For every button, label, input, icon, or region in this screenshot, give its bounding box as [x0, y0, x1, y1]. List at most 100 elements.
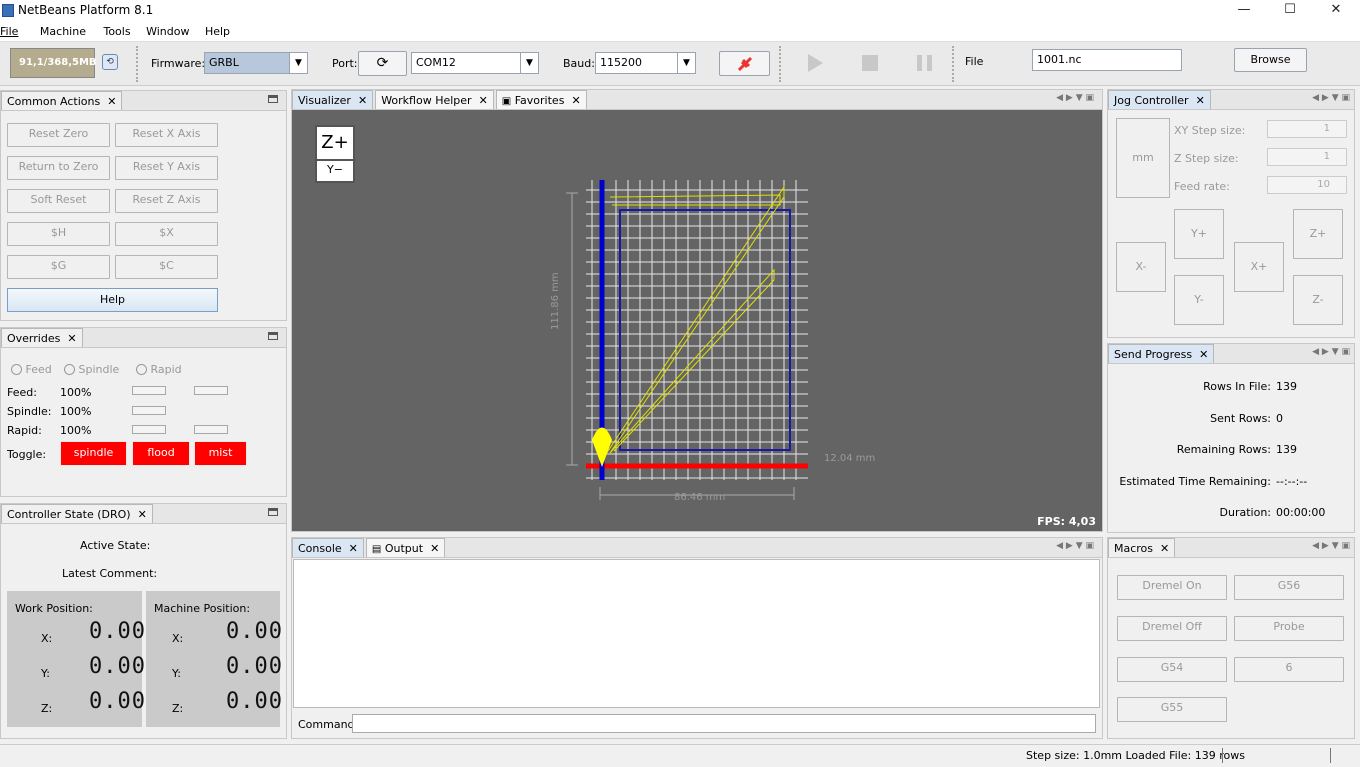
menu-file[interactable]: File [0, 22, 24, 38]
tab-nav-icons[interactable]: ◀ ▶ ▼ ▣ [1312, 541, 1350, 551]
mist-toggle-button[interactable]: mist [194, 441, 247, 466]
tab-dro[interactable]: Controller State (DRO) ✕ [1, 504, 153, 523]
reset-x-axis-button[interactable]: Reset X Axis [115, 123, 218, 147]
jog-y-minus-button[interactable]: Y- [1174, 275, 1224, 325]
tab-jog-controller[interactable]: Jog Controller ✕ [1108, 90, 1211, 109]
close-icon[interactable]: ✕ [571, 94, 580, 107]
close-icon[interactable]: ✕ [358, 94, 367, 107]
macro-g56-button[interactable]: G56 [1234, 575, 1344, 600]
baud-select[interactable]: 115200 ▼ [595, 52, 696, 74]
z-step-label: Z Step size: [1174, 152, 1239, 165]
connect-button[interactable] [719, 51, 770, 76]
play-icon[interactable] [808, 54, 823, 72]
tab-label: Workflow Helper [381, 94, 472, 107]
work-z-value: 0.00 [89, 689, 146, 714]
tab-macros[interactable]: Macros ✕ [1108, 538, 1176, 557]
jog-y-plus-button[interactable]: Y+ [1174, 209, 1224, 259]
port-select[interactable]: COM12 ▼ [411, 52, 539, 74]
macro-dremel-off-button[interactable]: Dremel Off [1117, 616, 1227, 641]
machine-x-label: X: [172, 632, 184, 645]
close-icon[interactable]: ✕ [479, 94, 488, 107]
toolpath-canvas[interactable] [552, 175, 812, 505]
minimize-icon[interactable] [268, 332, 278, 340]
tab-overrides[interactable]: Overrides ✕ [1, 328, 83, 347]
home-button[interactable]: $H [7, 222, 110, 246]
minimize-icon[interactable] [268, 508, 278, 516]
maximize-button[interactable]: ☐ [1267, 0, 1313, 22]
tab-visualizer[interactable]: Visualizer ✕ [292, 90, 374, 109]
jog-z-plus-button[interactable]: Z+ [1293, 209, 1343, 259]
stop-icon[interactable] [862, 55, 878, 71]
reset-zero-button[interactable]: Reset Zero [7, 123, 110, 147]
gc-icon[interactable]: ⟲ [102, 54, 118, 70]
refresh-ports-button[interactable]: ⟳ [358, 51, 407, 76]
console-output-area[interactable] [293, 559, 1100, 708]
flood-toggle-button[interactable]: flood [132, 441, 190, 466]
tab-nav-icons[interactable]: ◀ ▶ ▼ ▣ [1312, 93, 1350, 103]
close-icon[interactable]: ✕ [138, 508, 147, 521]
macro-probe-button[interactable]: Probe [1234, 616, 1344, 641]
menu-tools[interactable]: Tools [103, 22, 136, 38]
unit-toggle-button[interactable]: mm [1116, 118, 1170, 198]
macro-6-button[interactable]: 6 [1234, 657, 1344, 682]
return-to-zero-button[interactable]: Return to Zero [7, 156, 110, 180]
minimize-icon[interactable] [268, 95, 278, 103]
reset-y-axis-button[interactable]: Reset Y Axis [115, 156, 218, 180]
xy-step-spinner[interactable]: 1 [1267, 120, 1347, 138]
tab-workflow-helper[interactable]: Workflow Helper ✕ [375, 90, 494, 109]
gcode-state-button[interactable]: $G [7, 255, 110, 279]
radio-feed[interactable]: Feed [11, 363, 52, 376]
jog-x-plus-button[interactable]: X+ [1234, 242, 1284, 292]
menu-window[interactable]: Window [146, 22, 195, 38]
spindle-toggle-button[interactable]: spindle [60, 441, 127, 466]
macro-g55-button[interactable]: G55 [1117, 697, 1227, 722]
tab-console[interactable]: Console ✕ [292, 538, 364, 557]
macro-g54-button[interactable]: G54 [1117, 657, 1227, 682]
jog-x-minus-button[interactable]: X- [1116, 242, 1166, 292]
close-button[interactable]: ✕ [1313, 0, 1359, 22]
tab-common-actions[interactable]: Common Actions ✕ [1, 91, 123, 110]
xy-step-label: XY Step size: [1174, 124, 1246, 137]
browse-button[interactable]: Browse [1234, 48, 1307, 72]
view-cube[interactable]: Z+ Y− [315, 125, 355, 183]
spindle-bar[interactable] [132, 406, 166, 415]
jog-z-minus-button[interactable]: Z- [1293, 275, 1343, 325]
close-icon[interactable]: ✕ [107, 95, 116, 108]
close-icon[interactable]: ✕ [349, 542, 358, 555]
tab-send-progress[interactable]: Send Progress ✕ [1108, 344, 1215, 363]
z-step-spinner[interactable]: 1 [1267, 148, 1347, 166]
reset-z-axis-button[interactable]: Reset Z Axis [115, 189, 218, 213]
command-input[interactable] [352, 714, 1096, 733]
close-icon[interactable]: ✕ [430, 542, 439, 555]
minimize-button[interactable]: — [1221, 0, 1267, 22]
check-mode-button[interactable]: $C [115, 255, 218, 279]
close-icon[interactable]: ✕ [67, 332, 76, 345]
file-field[interactable]: 1001.nc [1032, 49, 1182, 71]
tab-nav-icons[interactable]: ◀ ▶ ▼ ▣ [1056, 93, 1094, 103]
menu-machine[interactable]: Machine [40, 22, 92, 38]
feed-minus-bar[interactable] [132, 386, 166, 395]
soft-reset-button[interactable]: Soft Reset [7, 189, 110, 213]
memory-indicator[interactable]: 91,1/368,5MB [10, 48, 97, 78]
unlock-button[interactable]: $X [115, 222, 218, 246]
macro-dremel-on-button[interactable]: Dremel On [1117, 575, 1227, 600]
radio-rapid[interactable]: Rapid [136, 363, 182, 376]
tab-output[interactable]: ▤ Output ✕ [365, 538, 446, 557]
pause-icon[interactable] [917, 55, 932, 71]
help-button[interactable]: Help [7, 288, 218, 312]
menu-help[interactable]: Help [205, 22, 236, 38]
rapid-minus-bar[interactable] [132, 425, 166, 434]
feed-plus-bar[interactable] [194, 386, 228, 395]
tab-label: Console [298, 542, 342, 555]
tab-nav-icons[interactable]: ◀ ▶ ▼ ▣ [1056, 541, 1094, 551]
radio-spindle[interactable]: Spindle [64, 363, 119, 376]
tab-favorites[interactable]: ▣ Favorites ✕ [495, 90, 587, 109]
rapid-plus-bar[interactable] [194, 425, 228, 434]
firmware-select[interactable]: GRBL ▼ [204, 52, 308, 74]
close-icon[interactable]: ✕ [1160, 542, 1169, 555]
tab-nav-icons[interactable]: ◀ ▶ ▼ ▣ [1312, 347, 1350, 357]
toolbar-separator [952, 46, 956, 82]
feed-rate-spinner[interactable]: 10 [1267, 176, 1347, 194]
close-icon[interactable]: ✕ [1199, 348, 1208, 361]
close-icon[interactable]: ✕ [1196, 94, 1205, 107]
